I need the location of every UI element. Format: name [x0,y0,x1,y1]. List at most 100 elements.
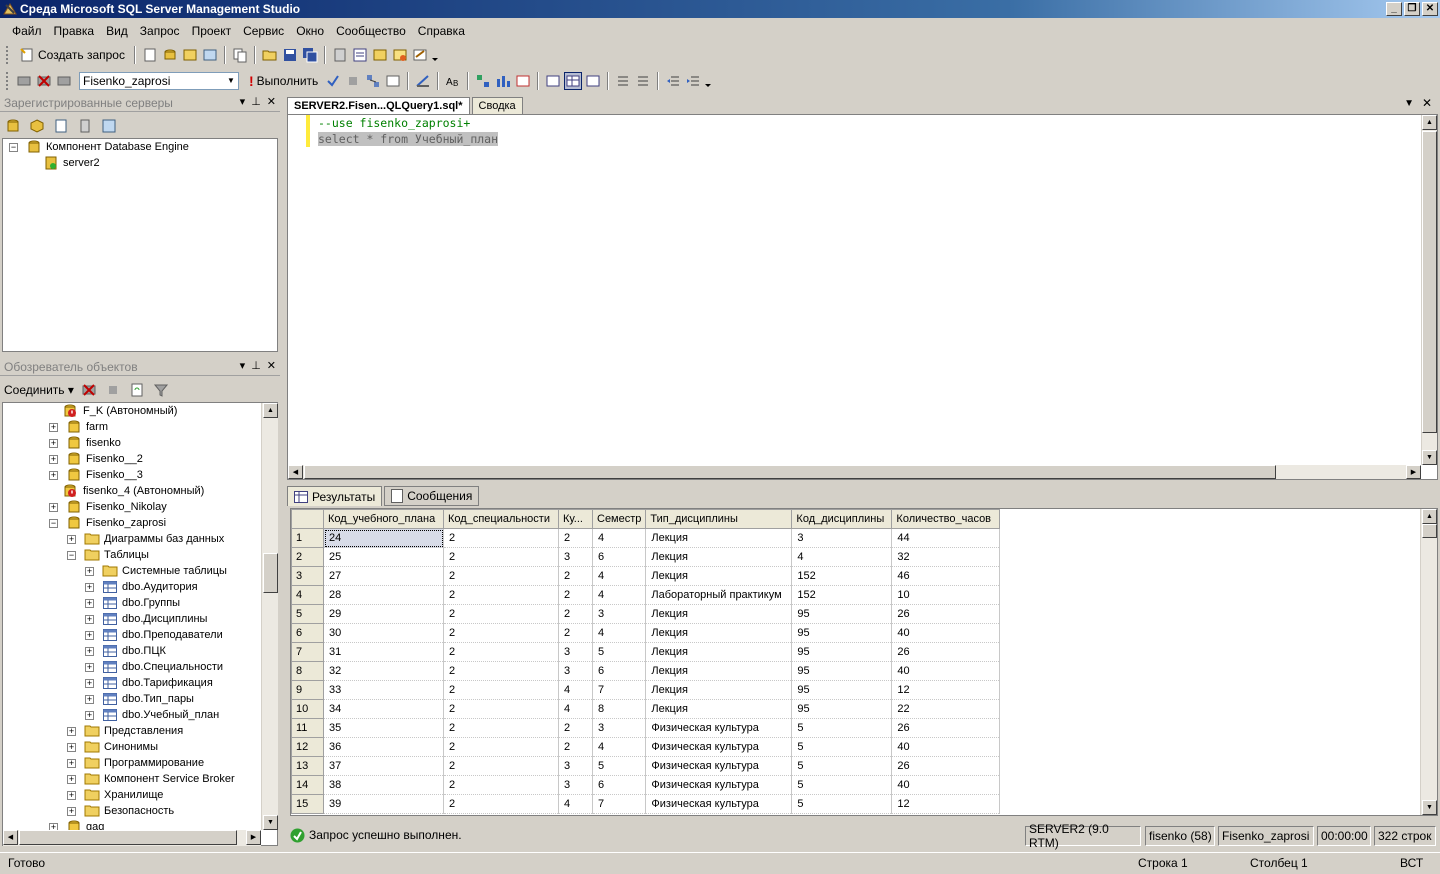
table-cell[interactable]: 2 [443,794,559,814]
table-cell[interactable]: 6 [592,775,647,795]
tree-node[interactable]: − Fisenko_zaprosi [49,515,166,531]
pin-icon[interactable]: ⊥ [251,359,261,372]
table-cell[interactable]: 2 [443,623,559,643]
disconnect-icon[interactable] [35,72,53,90]
parse-checkmark-icon[interactable] [324,72,342,90]
row-number[interactable]: 15 [291,794,324,814]
properties-icon[interactable] [411,46,429,64]
tree-node[interactable]: + dbo.Специальности [85,659,223,675]
increase-indent-icon[interactable] [684,72,702,90]
tree-node[interactable]: + dbo.Учебный_план [85,707,219,723]
table-cell[interactable]: 4 [592,585,647,605]
expand-icon[interactable]: + [85,630,94,640]
panel-dropdown-icon[interactable]: ▾ [240,359,246,372]
row-number[interactable]: 11 [291,718,324,738]
editor-hscroll[interactable]: ◀ ▶ [288,465,1421,479]
results-to-text-icon[interactable] [544,72,562,90]
table-cell[interactable]: 5 [791,737,893,757]
scroll-right-icon[interactable]: ▶ [1406,465,1421,479]
table-cell[interactable]: 5 [791,756,893,776]
table-cell[interactable]: 2 [443,775,559,795]
object-explorer-vscroll[interactable]: ▲ ▼ [261,403,278,830]
save-icon[interactable] [281,46,299,64]
row-number[interactable]: 14 [291,775,324,795]
scroll-left-icon[interactable]: ◀ [3,830,18,845]
toolbar-grip[interactable] [6,46,10,64]
results-to-grid-icon[interactable] [564,72,583,90]
change-connection-icon[interactable] [55,72,73,90]
tree-node[interactable]: + Программирование [67,755,204,771]
scroll-thumb[interactable] [19,830,237,845]
tree-node-server2[interactable]: server2 [43,155,100,171]
stop-icon[interactable] [104,381,122,399]
table-cell[interactable]: 2 [443,528,559,548]
template-explorer-icon[interactable] [371,46,389,64]
expand-icon[interactable]: + [85,710,94,720]
collapse-icon[interactable]: − [9,142,18,152]
table-cell[interactable]: 32 [891,547,1001,567]
table-cell[interactable]: 44 [891,528,1001,548]
table-cell[interactable]: 95 [791,604,893,624]
table-cell[interactable]: 32 [323,661,444,681]
tab-summary[interactable]: Сводка [471,97,523,114]
table-cell[interactable]: 3 [592,604,647,624]
menu-window[interactable]: Окно [290,24,330,38]
table-cell[interactable]: 4 [558,680,593,700]
tree-node[interactable]: + Хранилище [67,787,163,803]
table-cell[interactable]: Лекция [645,642,793,662]
table-cell[interactable]: 10 [891,585,1001,605]
table-cell[interactable]: Лекция [645,623,793,643]
scroll-up-icon[interactable]: ▲ [1422,509,1437,524]
tree-node[interactable]: + dbo.Дисциплины [85,611,207,627]
db-engine-query-icon[interactable] [161,46,179,64]
table-cell[interactable]: 40 [891,661,1001,681]
tree-node[interactable]: + dbo.Тип_пары [85,691,194,707]
table-cell[interactable]: 95 [791,661,893,681]
expand-icon[interactable]: + [67,726,76,736]
table-cell[interactable]: 4 [558,794,593,814]
table-cell[interactable]: 2 [443,585,559,605]
tree-node[interactable]: + dbo.Аудитория [85,579,198,595]
connect-dropdown[interactable]: Соединить ▾ [4,383,74,397]
scroll-up-icon[interactable]: ▲ [263,403,278,418]
restore-button[interactable]: ❐ [1404,2,1420,16]
new-query-button[interactable]: Создать запрос [15,45,129,65]
table-cell[interactable]: 4 [592,528,647,548]
panel-close-icon[interactable]: ✕ [267,359,276,372]
tab-query-file[interactable]: SERVER2.Fisen...QLQuery1.sql* [287,97,470,114]
table-cell[interactable]: 39 [323,794,444,814]
table-cell[interactable]: 40 [891,775,1001,795]
new-file-icon[interactable] [141,46,159,64]
row-number[interactable]: 5 [291,604,324,624]
expand-icon[interactable]: + [85,694,94,704]
expand-icon[interactable]: + [85,582,94,592]
table-cell[interactable]: 36 [323,737,444,757]
expand-icon[interactable]: + [85,598,94,608]
tree-node[interactable]: + dbo.Тарификация [85,675,213,691]
table-cell[interactable]: 2 [443,699,559,719]
menu-help[interactable]: Справка [412,24,471,38]
table-cell[interactable]: 3 [592,718,647,738]
table-cell[interactable]: 2 [558,528,593,548]
expand-icon[interactable]: + [67,758,76,768]
expand-icon[interactable]: + [85,646,94,656]
column-header[interactable]: Код_дисциплины [791,509,893,529]
scroll-down-icon[interactable]: ▼ [1422,800,1437,815]
expand-icon[interactable]: + [49,502,58,512]
table-cell[interactable]: 22 [891,699,1001,719]
table-cell[interactable]: 2 [443,566,559,586]
table-cell[interactable]: 3 [558,547,593,567]
panel-close-icon[interactable]: ✕ [267,95,276,108]
minimize-button[interactable]: _ [1386,2,1402,16]
decrease-indent-icon[interactable] [664,72,682,90]
table-cell[interactable]: 38 [323,775,444,795]
analysis-services-icon[interactable] [28,117,46,135]
table-cell[interactable]: 2 [443,547,559,567]
table-cell[interactable]: Лекция [645,680,793,700]
mobile-icon[interactable] [76,117,94,135]
client-stats-icon[interactable] [494,72,512,90]
table-cell[interactable]: Лекция [645,566,793,586]
table-cell[interactable]: 27 [323,566,444,586]
results-vscroll[interactable]: ▲ ▼ [1420,509,1437,815]
table-cell[interactable]: Лекция [645,528,793,548]
